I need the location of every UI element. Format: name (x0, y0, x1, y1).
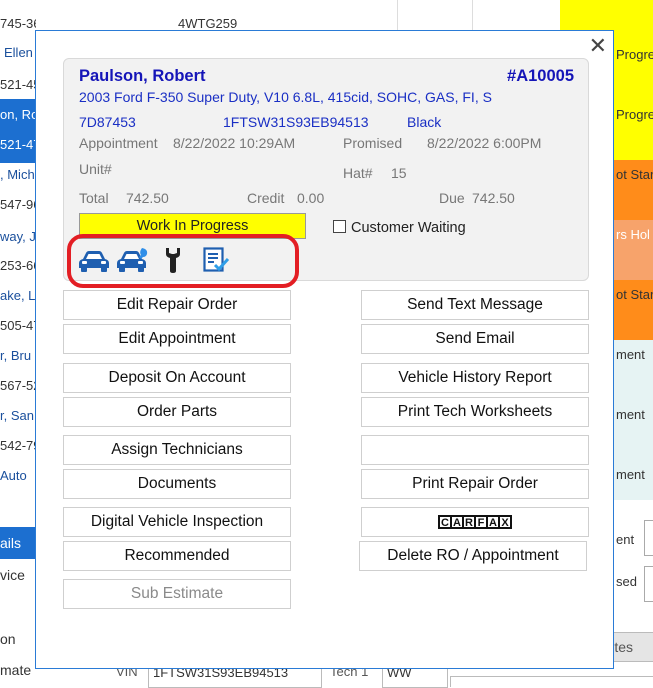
svg-text:A: A (489, 517, 497, 529)
status-cell-text: ment (616, 467, 645, 482)
status-cell-text: Progre (616, 107, 653, 122)
delete-ro-appointment-button[interactable]: Delete RO / Appointment (359, 541, 587, 571)
svg-text:C: C (441, 517, 449, 529)
sub-estimate-button: Sub Estimate (63, 579, 291, 609)
customer-name[interactable]: Paulson, Robert (79, 67, 206, 86)
list-item[interactable]: Auto (0, 468, 36, 500)
carfax-button[interactable]: C A R F A X (361, 507, 589, 537)
plate-cell: 4WTG259 (178, 16, 238, 31)
ro-summary-card: Paulson, Robert #A10005 2003 Ford F-350 … (63, 58, 589, 288)
status-cell-text: ment (616, 407, 645, 422)
send-email-button[interactable]: Send Email (361, 324, 589, 354)
edit-repair-order-button[interactable]: Edit Repair Order (63, 290, 291, 320)
vehicle-description: 2003 Ford F-350 Super Duty, V10 6.8L, 41… (79, 89, 492, 105)
list-item[interactable]: Ellen (0, 45, 40, 77)
order-parts-button[interactable]: Order Parts (63, 397, 291, 427)
svg-text:R: R (465, 517, 473, 529)
total-value: 742.50 (126, 190, 169, 206)
assign-technicians-button[interactable]: Assign Technicians (63, 435, 291, 465)
ro-number: #A10005 (507, 67, 574, 85)
tab-label[interactable]: vice (0, 567, 25, 583)
print-tech-worksheets-button[interactable]: Print Tech Worksheets (361, 397, 589, 427)
documents-button[interactable]: Documents (63, 469, 291, 499)
ro-quick-actions-dialog: ✕ Paulson, Robert #A10005 2003 Ford F-35… (35, 30, 614, 669)
list-item[interactable]: 253-66 (0, 258, 36, 290)
print-repair-order-button[interactable]: Print Repair Order (361, 469, 589, 499)
svg-text:F: F (478, 517, 485, 529)
vehicle-history-report-button[interactable]: Vehicle History Report (361, 363, 589, 393)
checkbox-box[interactable] (333, 220, 346, 233)
status-cell-text: ot Star (616, 167, 653, 182)
send-text-message-button[interactable]: Send Text Message (361, 290, 589, 320)
recommended-button[interactable]: Recommended (63, 541, 291, 571)
status-cell-text: ot Star (616, 287, 653, 302)
list-item[interactable]: 547-96 (0, 197, 36, 229)
customer-waiting-label: Customer Waiting (351, 220, 466, 236)
hat-value: 15 (391, 165, 407, 181)
due-value: 742.50 (472, 190, 515, 206)
side-label: ent (616, 532, 635, 547)
list-item[interactable]: 745-3651 (0, 16, 36, 48)
grid-line (397, 0, 398, 30)
list-item[interactable]: r, Bru (0, 348, 36, 380)
list-item[interactable]: , Mich (0, 167, 36, 199)
tab-details[interactable]: ails (0, 527, 36, 559)
list-item[interactable]: way, J (0, 229, 36, 261)
appointment-value: 8/22/2022 10:29AM (173, 135, 296, 151)
customer-waiting-checkbox[interactable]: Customer Waiting (333, 220, 466, 236)
car-service-icon[interactable] (117, 248, 149, 275)
status-cell-text: ment (616, 347, 645, 362)
wrench-icon[interactable] (163, 247, 183, 276)
side-field[interactable] (644, 520, 653, 556)
grid-line (472, 0, 473, 30)
due-label: Due (439, 190, 465, 206)
vehicle-plate: 7D87453 (79, 114, 136, 130)
carfax-logo: C A R F A X (438, 514, 512, 529)
empty-button[interactable] (361, 435, 589, 465)
digital-vehicle-inspection-button[interactable]: Digital Vehicle Inspection (63, 507, 291, 537)
side-label: sed (616, 574, 637, 589)
list-item[interactable]: 567-52 (0, 378, 36, 410)
credit-value: 0.00 (297, 190, 325, 206)
hat-label: Hat# (343, 165, 373, 181)
close-button[interactable]: ✕ (589, 35, 607, 57)
checklist-icon[interactable] (203, 247, 230, 276)
credit-label: Credit (247, 190, 285, 206)
status-cell-text: rs Hol (616, 227, 650, 242)
list-item[interactable]: r, San (0, 408, 36, 440)
tab-label[interactable]: on (0, 631, 16, 647)
vehicle-color: Black (407, 114, 442, 130)
tab-label[interactable]: mate (0, 662, 31, 678)
list-item-selected[interactable]: 521-47 (0, 131, 36, 163)
svg-text:X: X (501, 517, 509, 529)
total-label: Total (79, 190, 109, 206)
status-cell-text: Progre (616, 47, 653, 62)
appointment-label: Appointment (79, 135, 158, 151)
svg-text:A: A (453, 517, 461, 529)
list-item[interactable]: 542-79 (0, 438, 36, 470)
panel-edge (450, 676, 653, 687)
promised-value: 8/22/2022 6:00PM (427, 135, 542, 151)
deposit-on-account-button[interactable]: Deposit On Account (63, 363, 291, 393)
edit-appointment-button[interactable]: Edit Appointment (63, 324, 291, 354)
list-item-selected[interactable]: on, Ro (0, 99, 36, 131)
side-field[interactable] (644, 566, 653, 602)
car-icon[interactable] (78, 250, 110, 275)
list-item[interactable]: ake, L (0, 288, 36, 320)
close-icon: ✕ (588, 33, 607, 58)
list-item[interactable]: 505-47 (0, 318, 36, 350)
vehicle-vin: 1FTSW31S93EB94513 (223, 114, 369, 130)
promised-label: Promised (343, 135, 403, 151)
unit-label: Unit# (79, 161, 112, 177)
